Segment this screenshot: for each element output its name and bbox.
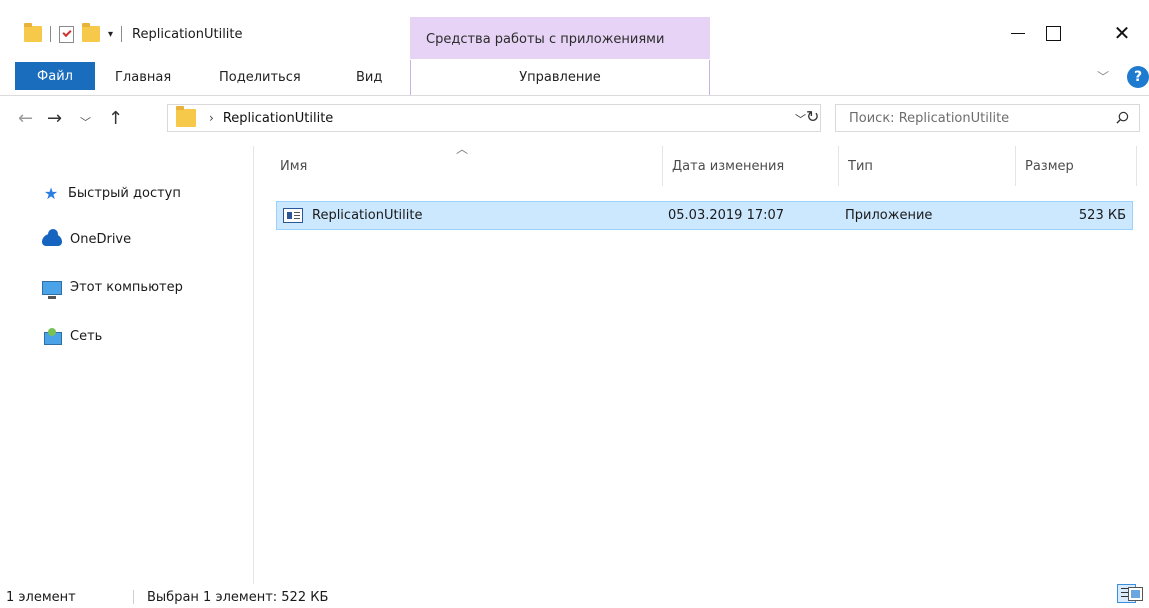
new-folder-icon[interactable] [82, 23, 100, 42]
refresh-icon[interactable]: ↻ [806, 107, 819, 126]
item-count: 1 элемент [6, 590, 76, 605]
tab-home[interactable]: Главная [115, 70, 171, 85]
tab-view[interactable]: Вид [356, 70, 382, 85]
quick-access-toolbar: ▾ ReplicationUtilite [24, 22, 243, 46]
table-row[interactable]: ReplicationUtilite 05.03.2019 17:07 Прил… [276, 201, 1133, 230]
column-header-label: Имя [280, 158, 308, 174]
help-icon[interactable]: ? [1127, 66, 1149, 88]
navigation-pane: ★ Быстрый доступ OneDrive Этот компьютер… [0, 146, 254, 584]
file-list: ︿ Имя Дата изменения Тип Размер Replicat… [255, 142, 1149, 584]
recent-locations-chevron-icon[interactable]: ﹀ [80, 114, 91, 130]
nav-item-network[interactable]: Сеть [42, 328, 103, 345]
search-icon[interactable] [1116, 111, 1129, 124]
nav-item-label: OneDrive [70, 232, 132, 247]
separator [121, 26, 123, 42]
folder-icon [24, 23, 42, 42]
breadcrumb-separator-icon[interactable]: › [209, 111, 214, 125]
search-placeholder: Поиск: ReplicationUtilite [849, 111, 1010, 126]
column-header-type[interactable]: Тип [839, 146, 1016, 186]
cloud-icon [42, 228, 62, 246]
file-type: Приложение [845, 208, 933, 223]
context-tab-group: Средства работы с приложениями [410, 17, 710, 59]
ribbon-tabs: Файл Главная Поделиться Вид Управление ﹀… [0, 60, 1149, 96]
tab-share[interactable]: Поделиться [219, 70, 301, 85]
file-size: 523 КБ [1078, 208, 1126, 223]
window-title: ReplicationUtilite [132, 26, 243, 42]
file-name: ReplicationUtilite [312, 208, 423, 223]
tab-file[interactable]: Файл [15, 62, 95, 90]
large-icons-view-icon[interactable] [1128, 587, 1143, 601]
close-button[interactable]: ✕ [1099, 20, 1145, 46]
tab-manage[interactable]: Управление [410, 60, 710, 95]
nav-item-label: Сеть [70, 328, 103, 344]
forward-arrow-icon[interactable]: → [47, 108, 62, 129]
separator [50, 26, 51, 42]
properties-icon[interactable] [59, 25, 74, 43]
nav-item-this-pc[interactable]: Этот компьютер [42, 280, 183, 299]
column-header-label: Дата изменения [672, 158, 785, 174]
expand-ribbon-chevron-icon[interactable]: ﹀ [1097, 68, 1109, 85]
network-icon [42, 328, 62, 345]
application-icon [283, 208, 303, 223]
column-header-name[interactable]: Имя [271, 146, 663, 186]
address-bar[interactable]: › ReplicationUtilite ﹀ ↻ [167, 104, 821, 132]
nav-item-label: Быстрый доступ [68, 186, 181, 201]
separator [133, 590, 134, 604]
file-date: 05.03.2019 17:07 [668, 208, 785, 223]
customize-toolbar-arrow-icon[interactable]: ▾ [108, 29, 113, 40]
title-bar: ▾ ReplicationUtilite Средства работы с п… [0, 0, 1149, 60]
column-header-label: Тип [848, 158, 873, 174]
nav-item-label: Этот компьютер [70, 280, 183, 295]
column-header-date[interactable]: Дата изменения [663, 146, 839, 186]
address-dropdown-icon[interactable]: ﹀ [795, 111, 806, 127]
status-bar: 1 элемент Выбран 1 элемент: 522 КБ [0, 584, 1149, 608]
search-input[interactable]: Поиск: ReplicationUtilite [835, 104, 1140, 132]
breadcrumb-item[interactable]: ReplicationUtilite [223, 111, 333, 126]
up-arrow-icon[interactable]: ↑ [108, 108, 123, 129]
maximize-button[interactable] [1030, 20, 1076, 46]
star-icon: ★ [43, 184, 59, 203]
column-header-label: Размер [1025, 158, 1074, 174]
context-tab-group-label: Средства работы с приложениями [426, 32, 665, 47]
column-header-size[interactable]: Размер [1016, 146, 1137, 186]
back-arrow-icon[interactable]: ← [18, 108, 33, 129]
folder-icon [176, 106, 196, 127]
address-row: ← → ﹀ ↑ › ReplicationUtilite ﹀ ↻ Поиск: … [0, 96, 1149, 146]
computer-icon [42, 280, 62, 299]
nav-item-quick-access[interactable]: ★ Быстрый доступ [42, 184, 181, 203]
nav-item-onedrive[interactable]: OneDrive [42, 228, 132, 247]
selection-info: Выбран 1 элемент: 522 КБ [147, 590, 329, 605]
